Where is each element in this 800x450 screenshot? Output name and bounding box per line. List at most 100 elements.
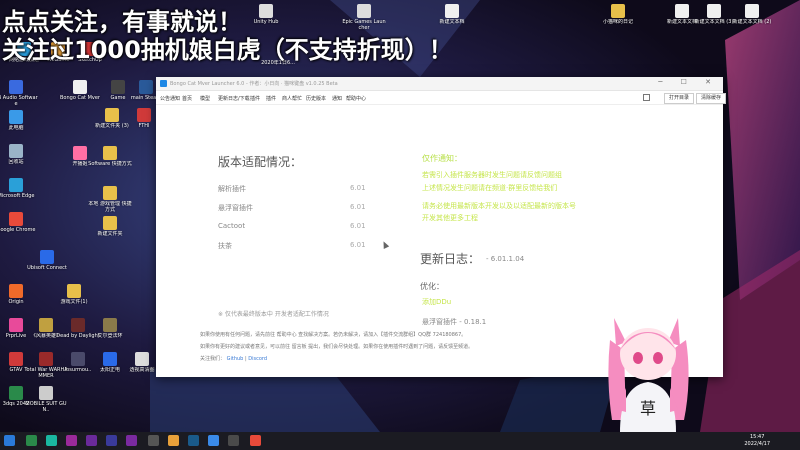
start-windows-icon[interactable]	[4, 435, 15, 446]
compat-row-name: 解析插件	[218, 185, 246, 193]
shortcut-label: 艾尔登法环	[97, 333, 123, 339]
shortcut-icon	[73, 146, 87, 160]
desktop-shortcut[interactable]: Unity Hub	[244, 4, 288, 25]
menu-help[interactable]: 帮助中心	[346, 95, 366, 102]
title-bar[interactable]: Bongo Cat Mver Launcher 6.0 - 作者：小日向 · 猫…	[156, 77, 723, 91]
shortcut-icon	[135, 352, 149, 366]
desktop-shortcut[interactable]: 回收站	[0, 144, 38, 165]
shortcut-icon	[39, 352, 53, 366]
menu-bar: 公告通知 首页 模型 更新日志/下载 插件 插件 商人帮忙 历史版本 通知 帮助…	[156, 91, 727, 105]
vtuber-avatar: 草	[608, 318, 689, 432]
shortcut-label: Microsoft Edge	[0, 193, 35, 199]
desktop-shortcut[interactable]: Software 快捷方式	[88, 146, 132, 167]
shortcut-icon	[675, 4, 689, 18]
shortcut-label: 3dqs 2042	[2, 401, 30, 407]
menu-merchant[interactable]: 商人帮忙	[282, 95, 302, 102]
discord-link[interactable]: Discord	[248, 356, 267, 362]
desktop-shortcut[interactable]: 新建文件夹	[88, 216, 132, 237]
overlay-line-2: 关注过1000抽机娘白虎（不支持折现）！	[2, 36, 453, 64]
shortcut-icon	[9, 80, 23, 94]
xbox-icon[interactable]	[26, 435, 37, 446]
optimize-heading: 优化：	[420, 282, 444, 291]
shortcut-icon	[103, 216, 117, 230]
compat-heading: 版本适配情况：	[218, 155, 303, 169]
desktop-shortcut[interactable]: 新建文本档	[430, 4, 474, 25]
premiere-icon[interactable]	[66, 435, 77, 446]
app-taskbar-icon[interactable]	[46, 435, 57, 446]
desktop-shortcut[interactable]: Epic Games Launcher	[342, 4, 386, 31]
obs-icon[interactable]	[148, 435, 159, 446]
shortcut-label: GTAV	[9, 367, 23, 373]
desktop-shortcut[interactable]: 艾尔登法环	[88, 318, 132, 339]
desktop-shortcut[interactable]: 新建文本文档 (2)	[730, 4, 774, 25]
steam-icon[interactable]	[188, 435, 199, 446]
cursor-icon	[380, 240, 390, 249]
shortcut-label: 游戏文件(1)	[60, 299, 88, 305]
after-effects-icon[interactable]	[106, 435, 117, 446]
desktop-shortcut[interactable]: Microsoft Edge	[0, 178, 38, 199]
footer-separator: |	[244, 356, 247, 362]
desktop-shortcut[interactable]: Origin	[0, 284, 38, 305]
compat-row-version: 6.01	[350, 241, 366, 249]
shortcut-icon	[9, 110, 23, 124]
footer-line-2: 如果你有更好的建议或者意见，可以前往 留言板 提出，我们会尽快处理。如果你在使用…	[200, 344, 474, 350]
shortcut-icon	[611, 4, 625, 18]
shortcut-label: 新建文本文档 (2)	[732, 19, 772, 25]
menu-announcements[interactable]: 公告通知	[160, 95, 180, 102]
open-folder-button[interactable]: 打开目录	[664, 93, 695, 104]
desktop-shortcut[interactable]: 小猫咪的日记	[596, 4, 640, 25]
media-encoder-icon[interactable]	[126, 435, 137, 446]
footer-links-prefix: 关注我们：	[200, 356, 226, 362]
menu-home[interactable]: 首页	[182, 95, 192, 102]
app-icon	[160, 80, 167, 87]
shortcut-label: 此电脑	[8, 125, 24, 131]
optimize-item: 添加DDu	[422, 298, 452, 306]
shortcut-icon	[71, 318, 85, 332]
window-title: Bongo Cat Mver Launcher 6.0 - 作者：小日向 · 猫…	[170, 81, 338, 87]
shortcut-icon	[103, 146, 117, 160]
changelog-heading: 更新日志：	[420, 252, 481, 266]
desktop-shortcut[interactable]: 本地 游戏管理 快捷方式	[88, 186, 132, 213]
shortcut-icon	[9, 352, 23, 366]
premiere-pro-icon[interactable]	[86, 435, 97, 446]
shortcut-icon	[9, 144, 23, 158]
desktop-shortcut[interactable]: Google Chrome	[0, 212, 38, 233]
shortcut-icon	[67, 284, 81, 298]
shortcut-icon	[745, 4, 759, 18]
notice-title: 仅作通知：	[422, 154, 462, 163]
desktop-shortcut[interactable]: Ubisoft Connect	[25, 250, 69, 271]
menu-changelog[interactable]: 更新日志/下载	[218, 95, 250, 102]
desktop-shortcut[interactable]: 游戏文件(1)	[52, 284, 96, 305]
file-explorer-icon[interactable]	[168, 435, 179, 446]
shortcut-icon	[707, 4, 721, 18]
menu-history[interactable]: 历史版本	[306, 95, 326, 102]
clear-cache-button[interactable]: 清除缓存	[696, 93, 727, 104]
notice-line: 开发其他更多工程	[422, 214, 478, 222]
clock-time: 15:47	[749, 434, 765, 440]
shortcut-icon	[73, 80, 87, 94]
pin-icon[interactable]	[643, 94, 650, 101]
tool-icon[interactable]	[228, 435, 239, 446]
shortcut-label: 新建文件夹	[97, 231, 123, 237]
menu-plugin-1[interactable]: 插件	[250, 95, 260, 102]
shortcut-icon	[9, 318, 23, 332]
menu-plugin-2[interactable]: 插件	[266, 95, 276, 102]
menu-models[interactable]: 模型	[200, 95, 210, 102]
shortcut-label: Software 快捷方式	[88, 161, 132, 167]
shortcut-icon	[259, 4, 273, 18]
compat-row-name: Cactoot	[218, 222, 246, 230]
avatar-shirt-text: 草	[640, 399, 656, 418]
launcher-taskbar-icon[interactable]	[208, 435, 219, 446]
desktop-shortcut[interactable]: 此电脑	[0, 110, 38, 131]
desktop-shortcut[interactable]: 3dqs 2042	[0, 386, 38, 407]
chrome-icon[interactable]	[250, 435, 261, 446]
compat-row-version: 6.01	[350, 222, 366, 230]
github-link[interactable]: Github	[227, 356, 244, 362]
menu-notify[interactable]: 通知	[332, 95, 342, 102]
compat-row-version: 6.01	[350, 184, 366, 192]
window-controls[interactable]: ─ ☐ ✕	[658, 78, 719, 86]
system-clock[interactable]: 15:47 2022/4/17	[744, 434, 770, 448]
desktop-shortcut[interactable]: GTAV	[0, 352, 38, 373]
compat-row-name: 扶茶	[218, 242, 232, 250]
desktop-shortcut[interactable]: VB Audio Software	[0, 80, 38, 107]
